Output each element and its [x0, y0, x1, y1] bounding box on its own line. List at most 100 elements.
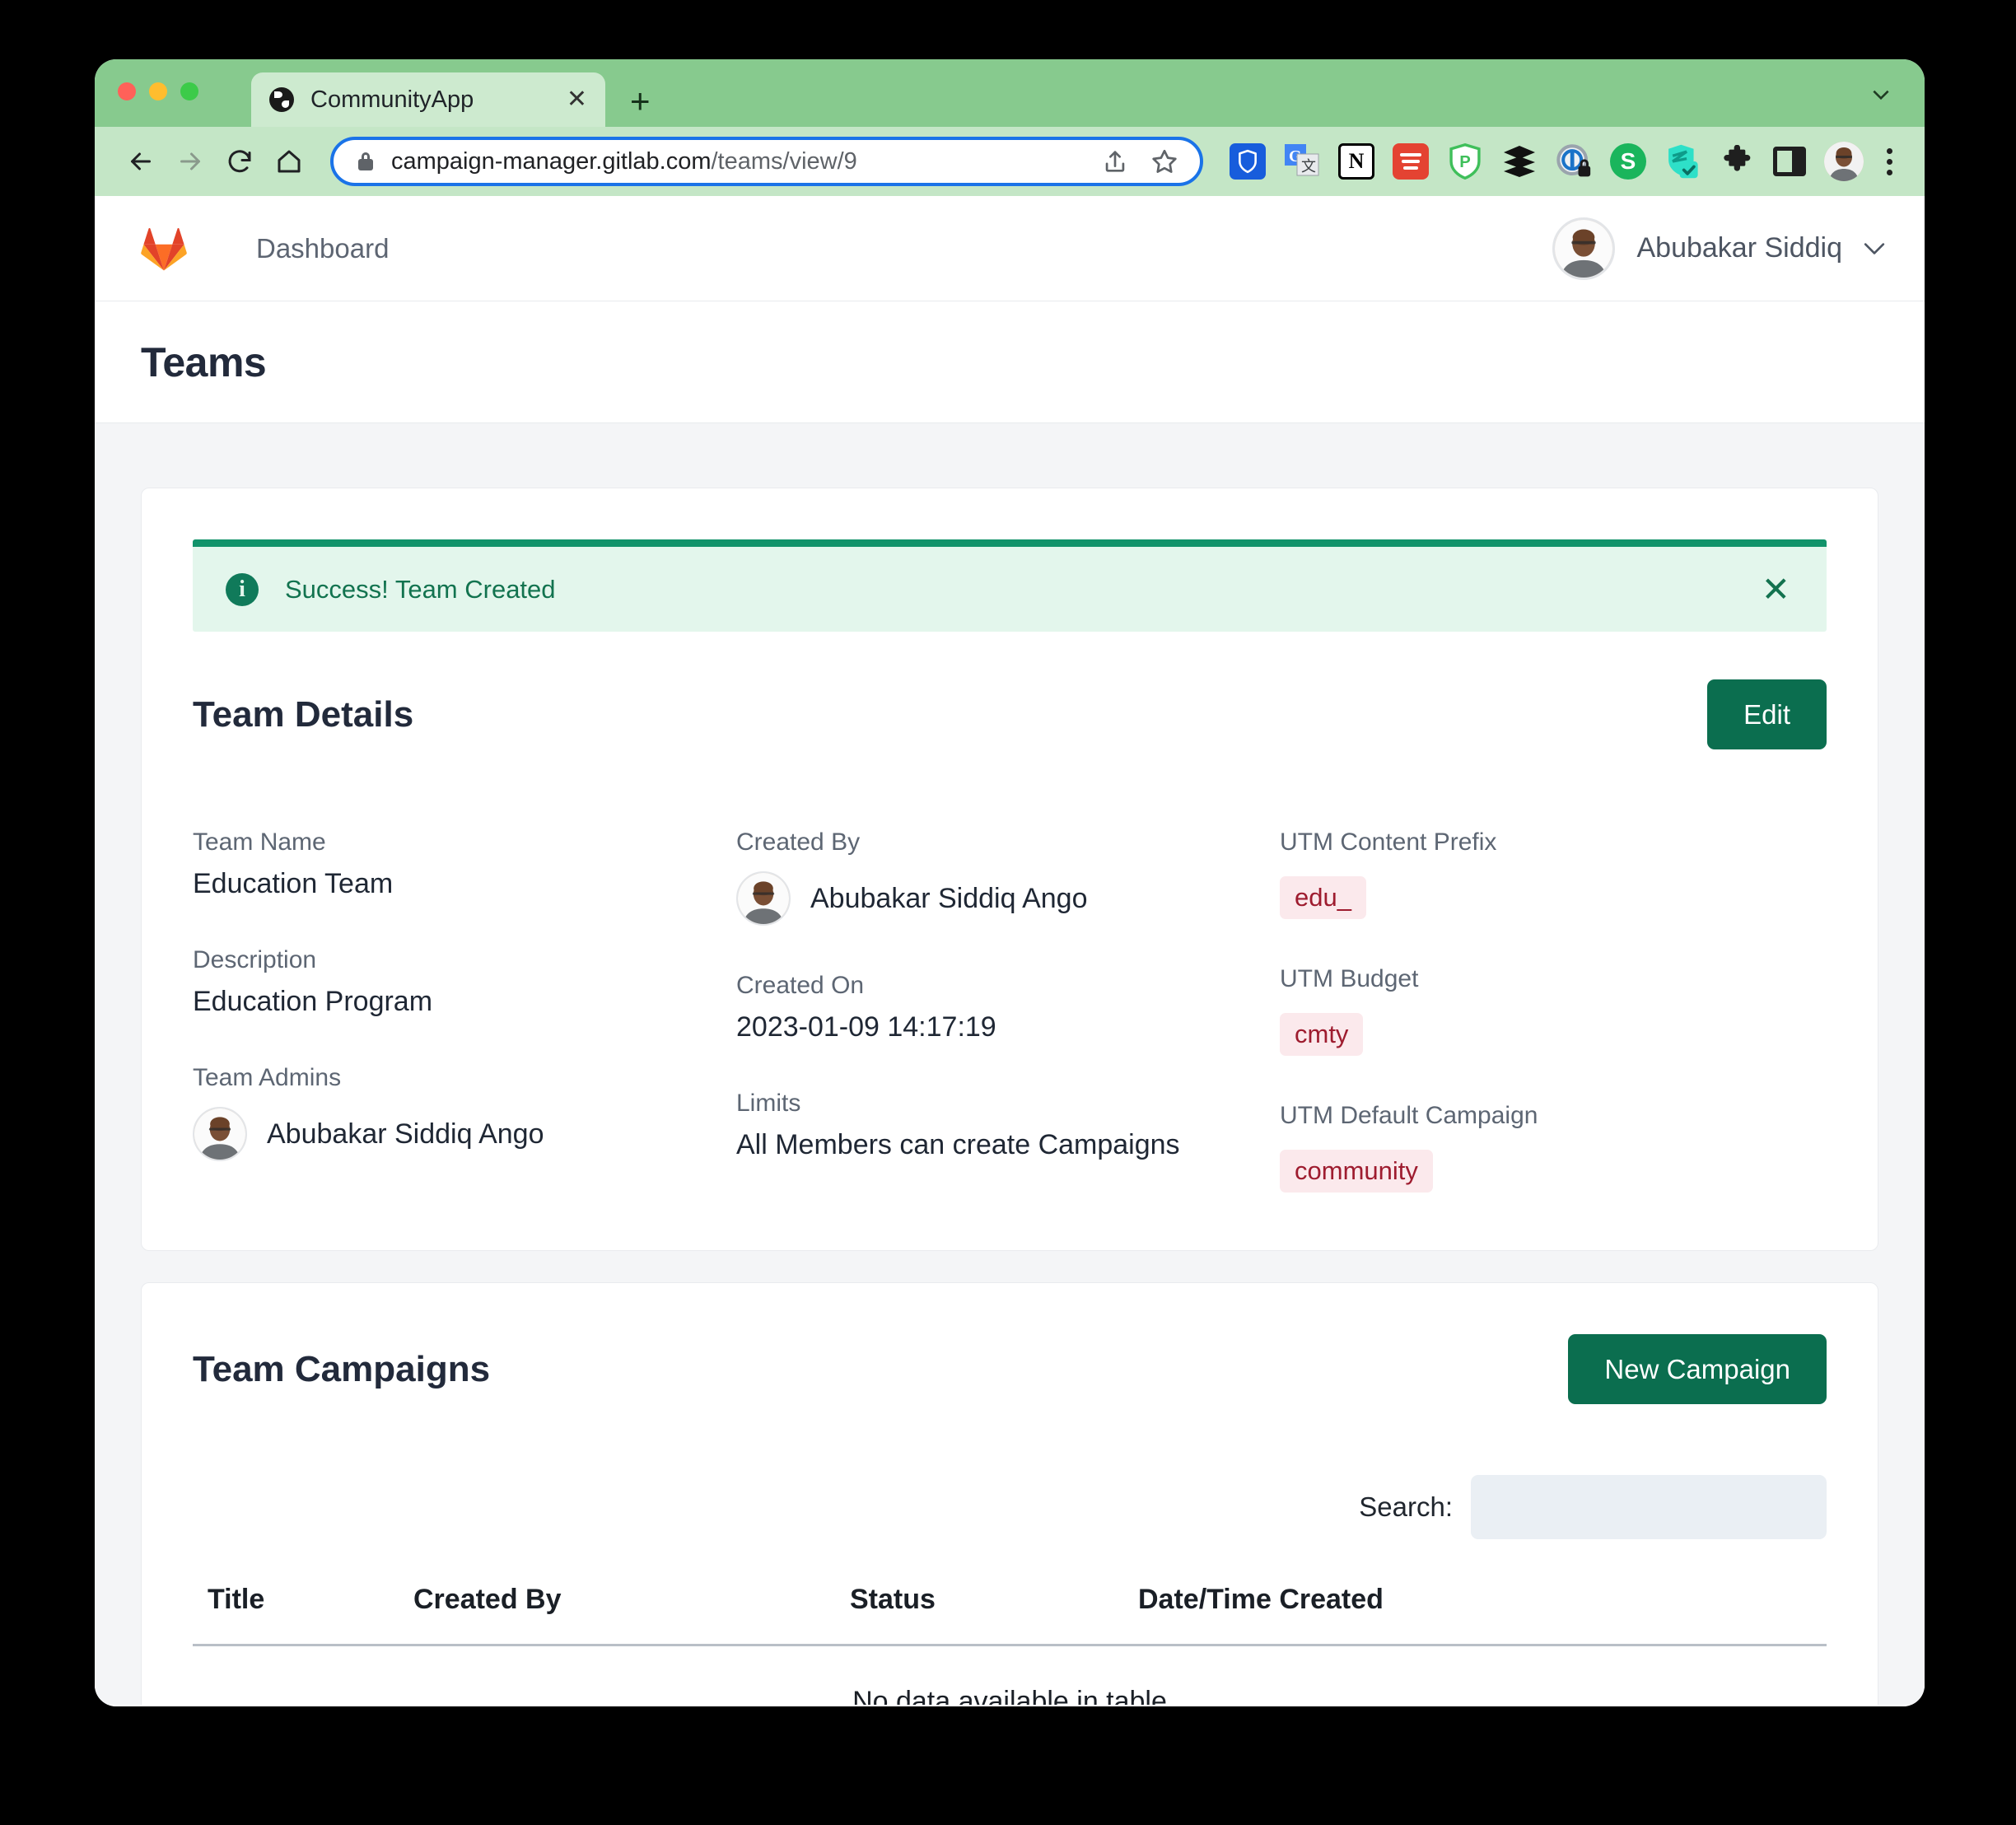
notion-icon[interactable]: N	[1338, 143, 1374, 180]
team-campaigns-card: Team Campaigns New Campaign Search: Titl…	[141, 1282, 1878, 1705]
column-header-status[interactable]: Status	[850, 1584, 1138, 1646]
close-icon[interactable]: ✕	[1762, 572, 1790, 607]
gitlab-logo[interactable]	[141, 226, 187, 271]
edit-button[interactable]: Edit	[1707, 679, 1827, 749]
field-description: Description Education Program	[193, 946, 736, 1018]
svg-text:P: P	[1459, 153, 1471, 171]
person-name: Abubakar Siddiq Ango	[267, 1118, 544, 1150]
maximize-window-button[interactable]	[180, 82, 198, 100]
column-header-title[interactable]: Title	[193, 1584, 413, 1646]
empty-table-message: No data available in table	[193, 1645, 1827, 1705]
alert-message: Success! Team Created	[285, 574, 556, 604]
field-label: UTM Content Prefix	[1280, 828, 1497, 856]
purevpn-icon[interactable]: P	[1447, 142, 1483, 180]
column-header-created-by[interactable]: Created By	[413, 1584, 850, 1646]
globe-icon	[269, 87, 294, 112]
shield-check-icon[interactable]	[1664, 143, 1701, 180]
field-created-by: Created By Abubakar Siddiq Ango	[736, 828, 1280, 926]
utm-badge: edu_	[1280, 876, 1366, 919]
tab-title: CommunityApp	[310, 86, 474, 113]
grammarly-icon[interactable]: S	[1610, 143, 1646, 180]
url-text: campaign-manager.gitlab.com/teams/view/9	[391, 148, 1083, 175]
window-traffic-lights	[118, 82, 198, 100]
field-label: Created On	[736, 972, 865, 999]
utm-badge: cmty	[1280, 1013, 1364, 1056]
app-page: Dashboard Abubakar Siddiq Teams i Succes…	[95, 196, 1925, 1706]
details-column-1: Team Name Education Team Description Edu…	[193, 828, 736, 1193]
section-title: Team Campaigns	[193, 1348, 491, 1389]
details-column-2: Created By Abubakar Siddiq Ango Created …	[736, 828, 1280, 1193]
field-created-on: Created On 2023-01-09 14:17:19	[736, 972, 1280, 1043]
table-search-row: Search:	[193, 1475, 1827, 1539]
reload-icon[interactable]	[215, 137, 264, 186]
team-details-grid: Team Name Education Team Description Edu…	[193, 828, 1827, 1193]
lock-icon	[358, 152, 373, 170]
page-title: Teams	[141, 338, 267, 385]
new-tab-button[interactable]: +	[630, 84, 651, 118]
browser-toolbar: campaign-manager.gitlab.com/teams/view/9…	[95, 127, 1925, 196]
todoist-icon[interactable]	[1393, 143, 1429, 180]
field-label: Team Name	[193, 828, 326, 856]
field-utm-budget: UTM Budget cmty	[1280, 965, 1827, 1056]
chevron-down-icon[interactable]	[1870, 84, 1892, 105]
field-label: Created By	[736, 828, 861, 856]
puzzle-extensions-icon[interactable]	[1719, 143, 1755, 180]
close-icon[interactable]: ✕	[567, 87, 587, 112]
table-row-empty: No data available in table	[193, 1645, 1827, 1705]
browser-tab[interactable]: CommunityApp ✕	[251, 72, 605, 127]
table-body: No data available in table	[193, 1645, 1827, 1705]
extension-icons: G 文 N P S	[1216, 142, 1892, 181]
lockwise-icon[interactable]	[1556, 143, 1592, 180]
url-path: /teams/view/9	[711, 147, 857, 175]
forward-icon[interactable]	[166, 137, 215, 186]
google-translate-icon[interactable]: G 文	[1284, 143, 1320, 180]
user-name: Abubakar Siddiq	[1636, 232, 1842, 264]
bitwarden-icon[interactable]	[1230, 143, 1266, 180]
side-panel-icon[interactable]	[1773, 147, 1806, 176]
field-label: UTM Budget	[1280, 965, 1419, 992]
table-head: Title Created By Status Date/Time Create…	[193, 1584, 1827, 1646]
success-alert: i Success! Team Created ✕	[193, 539, 1827, 632]
field-label: Description	[193, 946, 317, 973]
minimize-window-button[interactable]	[149, 82, 167, 100]
utm-badge: community	[1280, 1150, 1433, 1193]
new-campaign-button[interactable]: New Campaign	[1568, 1334, 1827, 1404]
info-icon: i	[226, 572, 259, 606]
field-value: Education Program	[193, 986, 433, 1017]
nav-link-dashboard[interactable]: Dashboard	[256, 233, 389, 264]
close-window-button[interactable]	[118, 82, 136, 100]
field-team-name: Team Name Education Team	[193, 828, 736, 900]
address-bar[interactable]: campaign-manager.gitlab.com/teams/view/9	[330, 137, 1203, 186]
search-input[interactable]	[1471, 1475, 1827, 1539]
home-icon[interactable]	[264, 137, 314, 186]
campaigns-table: Title Created By Status Date/Time Create…	[193, 1584, 1827, 1705]
field-utm-default-campaign: UTM Default Campaign community	[1280, 1102, 1827, 1193]
back-icon[interactable]	[116, 137, 166, 186]
search-label: Search:	[1359, 1491, 1453, 1522]
field-label: Limits	[736, 1090, 801, 1117]
field-value: Education Team	[193, 868, 394, 899]
share-icon[interactable]	[1101, 147, 1129, 175]
page-body: i Success! Team Created ✕ Team Details E…	[95, 423, 1925, 1705]
profile-avatar[interactable]	[1824, 142, 1864, 181]
buffer-icon[interactable]	[1501, 143, 1538, 180]
field-label: UTM Default Campaign	[1280, 1102, 1538, 1129]
field-value: All Members can create Campaigns	[736, 1129, 1180, 1160]
person-name: Abubakar Siddiq Ango	[810, 882, 1088, 914]
screen-background: CommunityApp ✕ + campaign-manager.gitlab…	[0, 0, 2016, 1825]
app-header: Dashboard Abubakar Siddiq	[95, 196, 1925, 301]
column-header-date-time-created[interactable]: Date/Time Created	[1138, 1584, 1827, 1646]
page-header: Teams	[95, 301, 1925, 423]
team-details-header: Team Details Edit	[193, 679, 1827, 749]
team-campaigns-header: Team Campaigns New Campaign	[193, 1334, 1827, 1404]
field-value: 2023-01-09 14:17:19	[736, 1011, 996, 1043]
bookmark-star-icon[interactable]	[1150, 147, 1178, 175]
field-limits: Limits All Members can create Campaigns	[736, 1090, 1280, 1161]
field-utm-content-prefix: UTM Content Prefix edu_	[1280, 828, 1827, 919]
avatar	[736, 871, 791, 926]
user-menu[interactable]: Abubakar Siddiq	[1552, 217, 1885, 280]
chevron-down-icon[interactable]	[1864, 242, 1885, 255]
url-host: campaign-manager.gitlab.com	[391, 147, 712, 175]
field-team-admins: Team Admins Abubakar Siddiq Ango	[193, 1064, 736, 1161]
three-dot-menu-icon[interactable]	[1882, 147, 1892, 175]
